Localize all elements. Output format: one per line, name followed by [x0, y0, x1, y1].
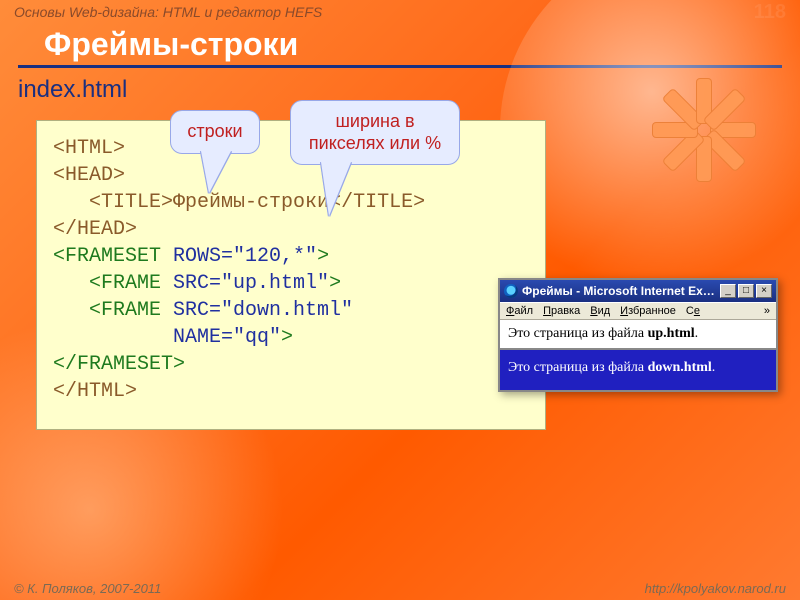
- browser-viewport: Это страница из файла up.html. Это стран…: [500, 320, 776, 390]
- footer-url: http://kpolyakov.narod.ru: [645, 581, 786, 596]
- slide: Основы Web-дизайна: HTML и редактор HEFS…: [0, 0, 800, 600]
- browser-title: Фреймы - Microsoft Internet Explor…: [522, 284, 718, 298]
- frame-top-text: Это страница из файла: [508, 326, 648, 341]
- menu-edit[interactable]: Правка: [543, 305, 580, 317]
- callout-text: ширина в пикселях или %: [309, 111, 441, 153]
- callout-tail-icon: [321, 162, 351, 216]
- code-line: <HTML>: [53, 137, 125, 160]
- code-attr: ROWS="120,*": [173, 245, 317, 268]
- code-attr: SRC="up.html": [173, 272, 329, 295]
- frame-top-filename: up.html: [648, 326, 695, 341]
- code-line: <FRAME: [53, 272, 173, 295]
- frame-top: Это страница из файла up.html.: [500, 320, 776, 350]
- code-line: </HEAD>: [53, 218, 137, 241]
- frame-bottom-text: Это страница из файла: [508, 360, 648, 375]
- minimize-button[interactable]: _: [720, 284, 736, 298]
- menu-favorites[interactable]: Избранное: [620, 305, 676, 317]
- code-line: <FRAMESET: [53, 245, 173, 268]
- browser-window: Фреймы - Microsoft Internet Explor… _ □ …: [498, 278, 778, 392]
- callout-tail-icon: [201, 151, 231, 193]
- frame-bottom-filename: down.html: [648, 360, 712, 375]
- code-box: <HTML> <HEAD> <TITLE>Фреймы-строки</TITL…: [36, 120, 546, 430]
- footer: © К. Поляков, 2007-2011 http://kpolyakov…: [0, 581, 800, 596]
- menu-view[interactable]: Вид: [590, 305, 610, 317]
- callout-text: строки: [187, 121, 242, 141]
- code-line: <TITLE>: [53, 191, 173, 214]
- close-button[interactable]: ×: [756, 284, 772, 298]
- maximize-button[interactable]: □: [738, 284, 754, 298]
- ie-icon: [504, 284, 518, 298]
- menu-tools[interactable]: Се: [686, 305, 700, 317]
- menu-file[interactable]: Файл: [506, 305, 533, 317]
- code-line: >: [329, 272, 341, 295]
- callout-rows: строки: [170, 110, 260, 154]
- code-attr: NAME="qq": [53, 326, 281, 349]
- menu-overflow-chevron-icon[interactable]: »: [764, 305, 770, 317]
- code-line: <HEAD>: [53, 164, 125, 187]
- browser-menubar: Файл Правка Вид Избранное Се »: [500, 302, 776, 320]
- code-text: Фреймы-строки: [173, 191, 329, 214]
- bg-flower: [650, 70, 770, 190]
- code-line: </HTML>: [53, 380, 137, 403]
- callout-width: ширина в пикселях или %: [290, 100, 460, 165]
- code-attr: SRC="down.html": [173, 299, 353, 322]
- code-line: <FRAME: [53, 299, 173, 322]
- copyright: © К. Поляков, 2007-2011: [14, 581, 161, 596]
- code-line: >: [317, 245, 329, 268]
- code-line: >: [281, 326, 293, 349]
- browser-titlebar: Фреймы - Microsoft Internet Explor… _ □ …: [500, 280, 776, 302]
- frame-bottom: Это страница из файла down.html.: [500, 350, 776, 390]
- code-line: </FRAMESET>: [53, 353, 185, 376]
- breadcrumb: Основы Web-дизайна: HTML и редактор HEFS: [14, 4, 322, 20]
